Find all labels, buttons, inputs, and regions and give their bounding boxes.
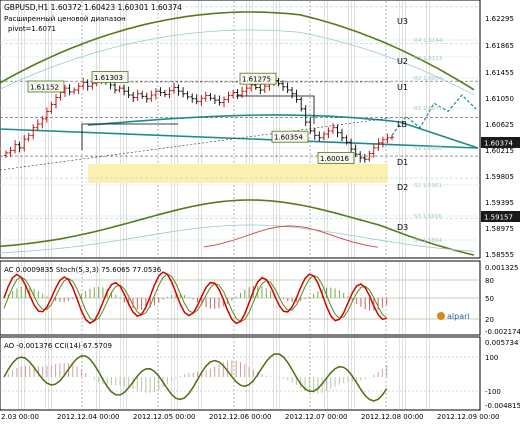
price-tick: 1.61050: [485, 95, 514, 103]
faint-level-s2: S2 1.5951: [414, 183, 442, 189]
symbol-header: GBPUSD,H1 1.60372 1.60423 1.60301 1.6037…: [4, 3, 182, 12]
price-tick: 1.61865: [485, 42, 514, 50]
price-callout-label: 1.61303: [94, 74, 123, 82]
pivot-zone: [88, 164, 388, 183]
indicator2-label: AO -0.001376 CCI(14) 67.5709: [4, 342, 112, 350]
alpari-logo-text: alpari: [447, 312, 470, 321]
price-callout: 1.60354: [271, 130, 309, 143]
time-tick: 2.03 00:00: [1, 413, 39, 421]
session-band: [398, 338, 406, 409]
price-tick: 1.61455: [485, 69, 514, 77]
time-tick: 2012.12.06 00:00: [209, 413, 271, 421]
time-axis: 2.03 00:00 2012.12.04 00:00 2012.12.05 0…: [1, 413, 499, 421]
note-line2: pivot=1.6071: [8, 25, 56, 33]
faint-level-r3: R3 1.6113: [414, 56, 443, 62]
indicator1-axis: 0.001325 80 50 20 -0.002174: [485, 264, 520, 336]
time-tick: 2012.12.08 00:00: [361, 413, 423, 421]
ind2-tick: -0.004815: [485, 402, 520, 410]
time-tick: 2012.12.05 00:00: [133, 413, 195, 421]
faint-level-r4: R4 1.6144: [414, 38, 443, 44]
ind1-tick: 80: [485, 277, 494, 285]
session-band: [272, 338, 280, 409]
price-panel: [0, 0, 481, 259]
price-tick: 1.58555: [485, 251, 514, 259]
chart-window: 1.61152 1.61303 1.61275 1.60354 1.60016 GBPU…: [0, 0, 520, 425]
indicator2-axis: 0.005734 100 -100 -0.004815: [485, 339, 520, 410]
faint-level-s4: S4 1.5864: [414, 238, 442, 244]
current-price-label: 1.60374: [484, 140, 513, 148]
faint-level-s3: S3 1.5916: [414, 214, 442, 220]
price-tick: 1.59395: [485, 199, 514, 207]
faint-level-r1: R1 1.6071: [414, 106, 442, 112]
pivot-label-d3: D3: [397, 223, 408, 232]
pivot-label-d1: D1: [397, 158, 408, 167]
alpari-logo: alpari: [437, 312, 470, 321]
price-tick: 1.58975: [485, 225, 514, 233]
session-band: [246, 338, 254, 409]
session-band: [120, 338, 128, 409]
ind1-tick: 20: [485, 316, 494, 324]
time-tick: 2012.12.09 00:00: [437, 413, 499, 421]
price-callout: 1.60016: [317, 152, 355, 164]
trading-chart[interactable]: 1.61152 1.61303 1.61275 1.60354 1.60016 GBPU…: [0, 0, 520, 425]
pivot-label-u1: U1: [397, 83, 408, 92]
price-tick: 1.62295: [485, 15, 514, 23]
alpari-logo-icon: [437, 312, 445, 320]
price-callout: 1.61152: [27, 80, 65, 93]
session-band: [348, 338, 356, 409]
ind1-tick: 0.001325: [485, 264, 518, 272]
time-tick: 2012.12.04 00:00: [57, 413, 119, 421]
price-callout: 1.61275: [239, 72, 277, 85]
price-tick: 1.60625: [485, 121, 514, 129]
pivot-label-u2: U2: [397, 57, 408, 66]
pivot-label-u3: U3: [397, 17, 408, 26]
price-callout-label: 1.61152: [30, 84, 59, 92]
price-callout-label: 1.61275: [242, 76, 271, 84]
session-band: [322, 338, 330, 409]
support-price-label: 1.59157: [484, 214, 513, 222]
price-tick: 1.59805: [485, 173, 514, 181]
price-callout: 1.61303: [91, 71, 129, 83]
note-line1: Расширенный ценовой диапазон: [4, 15, 126, 23]
price-callout-label: 1.60016: [320, 155, 349, 163]
faint-level-s1: S1 1.6002: [414, 146, 442, 152]
price-tick: 1.60215: [485, 147, 514, 155]
ind2-tick: 100: [485, 354, 498, 362]
faint-level-r2: R2 1.6004: [414, 76, 443, 82]
price-callout-label: 1.60354: [274, 134, 303, 142]
ind1-tick: -0.002174: [485, 328, 520, 336]
ind1-tick: 50: [485, 295, 494, 303]
session-band: [424, 338, 432, 409]
pivot-label-d2: D2: [397, 183, 408, 192]
ind2-tick: -100: [485, 388, 501, 396]
time-tick: 2012.12.07 00:00: [285, 413, 347, 421]
ind2-tick: 0.005734: [485, 339, 519, 347]
pivot-label-lb: LB: [397, 120, 407, 129]
indicator1-label: AC 0.0009835 Stoch(5,3,3) 75.6065 77.053…: [4, 266, 162, 274]
